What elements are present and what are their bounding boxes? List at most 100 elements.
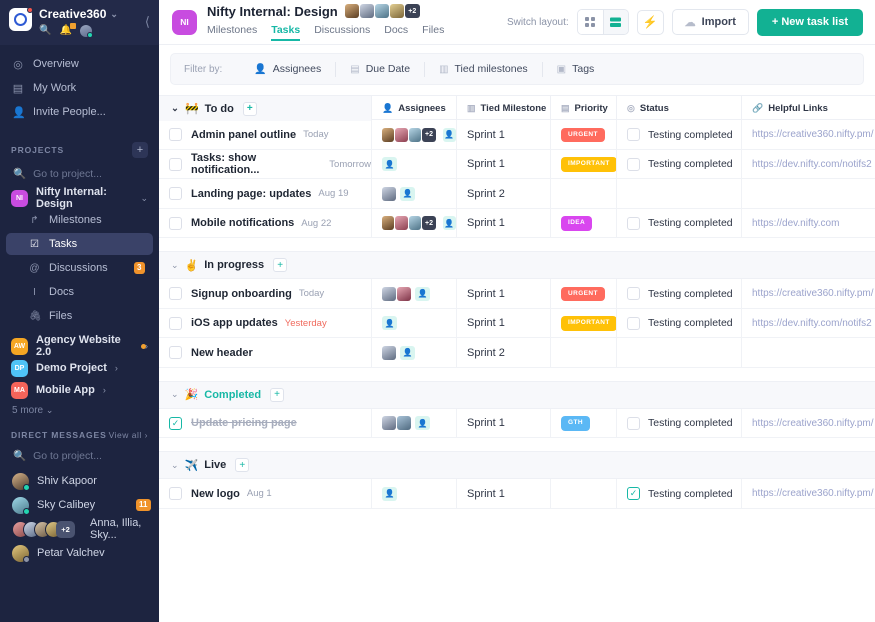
chevron-down-icon[interactable]: ⌄: [171, 260, 179, 271]
add-task-button[interactable]: +: [273, 258, 287, 272]
search-icon[interactable]: 🔍: [39, 26, 51, 36]
filter-tags[interactable]: ▣ Tags: [542, 62, 609, 77]
sidebar-project-demo-project[interactable]: DP Demo Project ›: [0, 357, 159, 379]
tab-files[interactable]: Files: [422, 24, 444, 41]
section-header-live[interactable]: ⌄ ✈️ Live +: [159, 451, 875, 479]
helpful-link[interactable]: https://dev.nifty.com/notifs2: [752, 318, 872, 329]
status-checkbox[interactable]: [627, 287, 640, 300]
assignees-cell[interactable]: +2 👤: [371, 120, 456, 150]
view-all-dms-button[interactable]: View all ›: [109, 430, 148, 440]
add-task-button[interactable]: +: [243, 102, 257, 116]
add-assignee-button[interactable]: 👤: [443, 216, 456, 230]
table-row[interactable]: Tasks: show notification... Tomorrow 👤 S…: [159, 150, 875, 180]
task-checkbox[interactable]: ✓: [169, 417, 182, 430]
table-row[interactable]: ✓ Update pricing page 👤 Sprint 1 GTH Tes…: [159, 409, 875, 439]
task-checkbox[interactable]: [169, 187, 182, 200]
add-assignee-button[interactable]: 👤: [400, 187, 415, 201]
task-checkbox[interactable]: [169, 487, 182, 500]
add-assignee-button[interactable]: 👤: [382, 157, 397, 171]
sidebar-item-files[interactable]: 🖇 Files: [6, 305, 153, 327]
column-header-status[interactable]: ◎ Status: [616, 96, 741, 121]
tab-milestones[interactable]: Milestones: [207, 24, 257, 41]
sidebar-item-my-work[interactable]: ▤ My Work: [0, 78, 159, 98]
status-checkbox[interactable]: [627, 317, 640, 330]
add-assignee-button[interactable]: 👤: [382, 487, 397, 501]
status-checkbox[interactable]: [627, 217, 640, 230]
section-header-in-progress[interactable]: ⌄ ✌️ In progress +: [159, 251, 875, 279]
helpful-link[interactable]: https://dev.nifty.com: [752, 218, 839, 229]
dm-item-shiv-kapoor[interactable]: Shiv Kapoor: [0, 469, 159, 493]
sidebar-item-tasks[interactable]: ☑ Tasks: [6, 233, 153, 255]
add-task-button[interactable]: +: [270, 388, 284, 402]
tab-tasks[interactable]: Tasks: [271, 24, 300, 41]
avatar[interactable]: [80, 25, 92, 37]
column-header-tied-milestone[interactable]: ▥ Tied Milestone: [456, 96, 550, 121]
task-checkbox[interactable]: [169, 128, 182, 141]
member-avatars[interactable]: +2: [345, 4, 420, 18]
add-task-button[interactable]: +: [235, 458, 249, 472]
task-checkbox[interactable]: [169, 317, 182, 330]
list-layout-icon[interactable]: [603, 10, 628, 34]
table-row[interactable]: Signup onboarding Today 👤 Sprint 1 URGEN…: [159, 279, 875, 309]
table-row[interactable]: iOS app updates Yesterday 👤 Sprint 1 IMP…: [159, 309, 875, 339]
project-search-input[interactable]: 🔍 Go to project...: [0, 165, 159, 182]
sidebar-item-discussions[interactable]: @ Discussions 3: [6, 257, 153, 279]
show-more-projects-button[interactable]: 5 more ⌄: [0, 401, 159, 416]
assignees-cell[interactable]: +2 👤: [371, 209, 456, 239]
add-assignee-button[interactable]: 👤: [415, 416, 430, 430]
sidebar-project-agency-website[interactable]: AW Agency Website 2.0 ›: [0, 335, 159, 357]
sidebar-item-docs[interactable]: I Docs: [6, 281, 153, 303]
sidebar-item-milestones[interactable]: ↱ Milestones: [6, 209, 153, 231]
table-row[interactable]: New logo Aug 1 👤 Sprint 1 ✓ Testing comp…: [159, 479, 875, 509]
sidebar-project-mobile-app[interactable]: MA Mobile App ›: [0, 379, 159, 401]
sidebar-project-nifty-internal[interactable]: NI Nifty Internal: Design ⌄: [0, 187, 159, 209]
bell-icon[interactable]: 🔔: [59, 26, 71, 36]
collapse-sidebar-icon[interactable]: ⟨: [145, 14, 150, 30]
filter-assignees[interactable]: 👤 Assignees: [240, 62, 335, 77]
task-checkbox[interactable]: [169, 346, 182, 359]
workspace-name[interactable]: Creative360 ⌄: [39, 7, 151, 21]
section-header-completed[interactable]: ⌄ 🎉 Completed +: [159, 381, 875, 409]
new-task-list-button[interactable]: + New task list: [757, 9, 863, 36]
ring-logo-icon[interactable]: [9, 8, 32, 31]
add-assignee-button[interactable]: 👤: [415, 287, 430, 301]
status-checkbox[interactable]: ✓: [627, 487, 640, 500]
assignees-cell[interactable]: 👤: [371, 150, 456, 180]
sidebar-item-overview[interactable]: ◎ Overview: [0, 54, 159, 74]
chevron-down-icon[interactable]: ⌄: [171, 103, 179, 114]
dm-search-input[interactable]: 🔍 Go to project...: [0, 447, 159, 464]
grid-layout-icon[interactable]: [578, 10, 603, 34]
table-row[interactable]: New header 👤 Sprint 2: [159, 338, 875, 368]
dm-item-group[interactable]: +2 Anna, Illia, Sky...: [0, 517, 159, 541]
table-row[interactable]: Landing page: updates Aug 19 👤 Sprint 2: [159, 179, 875, 209]
chevron-down-icon[interactable]: ⌄: [171, 389, 179, 400]
assignees-cell[interactable]: 👤: [371, 279, 456, 309]
helpful-link[interactable]: https://creative360.nifty.pm/: [752, 129, 874, 140]
assignees-cell[interactable]: 👤: [371, 338, 456, 368]
assignees-cell[interactable]: 👤: [371, 179, 456, 209]
helpful-link[interactable]: https://creative360.nifty.pm/: [752, 288, 874, 299]
task-checkbox[interactable]: [169, 158, 182, 171]
dm-item-sky-calibey[interactable]: Sky Calibey 11: [0, 493, 159, 517]
table-row[interactable]: Mobile notifications Aug 22 +2 👤 Sprint …: [159, 209, 875, 239]
column-header-priority[interactable]: ▤ Priority: [550, 96, 616, 121]
import-button[interactable]: ☁ Import: [672, 9, 749, 35]
helpful-link[interactable]: https://creative360.nifty.pm/: [752, 488, 874, 499]
sidebar-item-invite-people[interactable]: 👤 Invite People...: [0, 102, 159, 122]
status-checkbox[interactable]: [627, 417, 640, 430]
tab-docs[interactable]: Docs: [384, 24, 408, 41]
tab-discussions[interactable]: Discussions: [314, 24, 370, 41]
assignees-cell[interactable]: 👤: [371, 309, 456, 339]
helpful-link[interactable]: https://creative360.nifty.pm/: [752, 418, 874, 429]
dm-item-petar-valchev[interactable]: Petar Valchev: [0, 541, 159, 565]
task-checkbox[interactable]: [169, 217, 182, 230]
add-assignee-button[interactable]: 👤: [382, 316, 397, 330]
add-assignee-button[interactable]: 👤: [443, 128, 456, 142]
helpful-link[interactable]: https://dev.nifty.com/notifs2: [752, 159, 872, 170]
section-header-to-do[interactable]: ⌄ 🚧 To do +: [159, 96, 371, 121]
status-checkbox[interactable]: [627, 158, 640, 171]
chevron-down-icon[interactable]: ⌄: [171, 460, 179, 471]
table-row[interactable]: Admin panel outline Today +2 👤 Sprint 1 …: [159, 120, 875, 150]
lightning-icon[interactable]: ⚡: [637, 10, 664, 35]
task-checkbox[interactable]: [169, 287, 182, 300]
